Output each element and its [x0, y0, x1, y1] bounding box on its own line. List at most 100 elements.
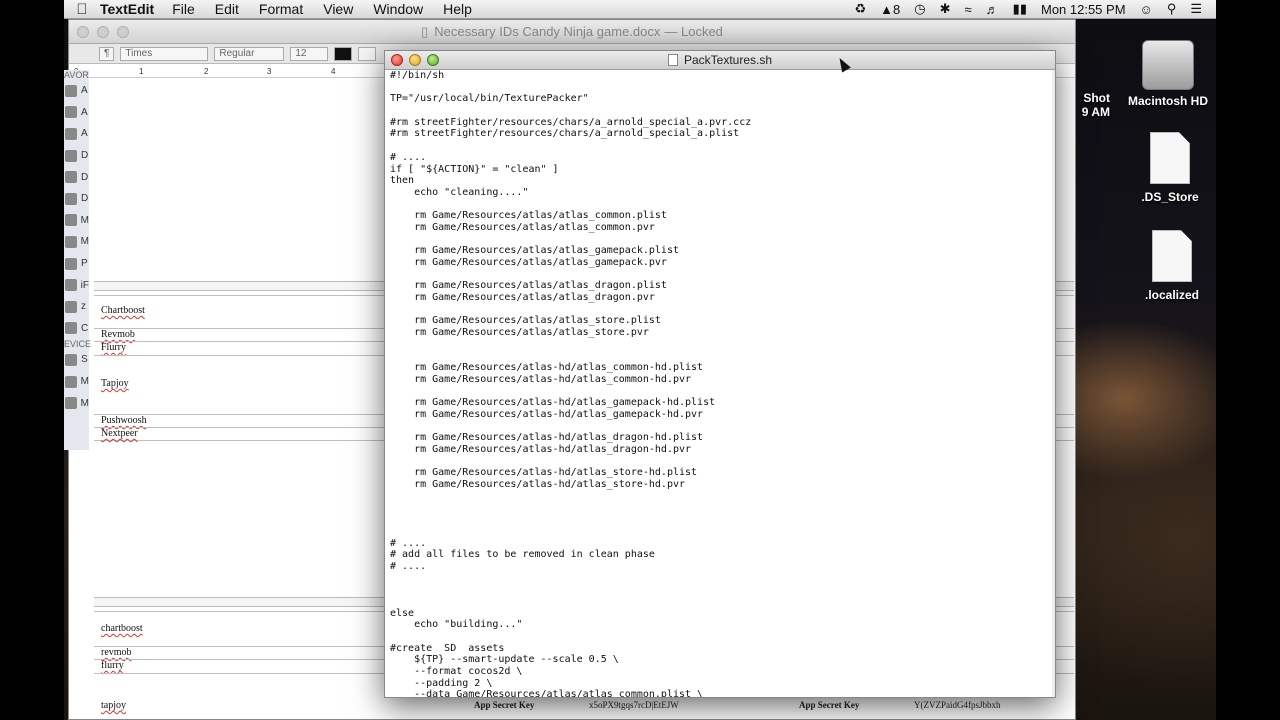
code-text-area[interactable]: #!/bin/sh TP="/usr/local/bin/TexturePacke… — [390, 70, 1055, 697]
code-window-title: PackTextures.sh — [683, 53, 773, 67]
zoom-button[interactable] — [117, 26, 129, 38]
menu-app-name[interactable]: TextEdit — [100, 1, 154, 17]
code-line: rm Game/Resources/atlas-hd/atlas_common-… — [390, 373, 692, 385]
sidebar-item[interactable]: C — [64, 318, 89, 340]
menu-file[interactable]: File — [172, 1, 195, 17]
app-secret-key-row: App Secret Key x5oPX9tgqs7rcD|EtEJW App … — [394, 697, 1074, 720]
sidebar-item[interactable]: S — [64, 349, 89, 371]
document-icon — [1152, 230, 1192, 282]
font-family-select[interactable]: Times — [120, 46, 209, 61]
sidebar-item[interactable]: M — [64, 371, 89, 393]
user-icon[interactable]: ☺ — [1140, 2, 1153, 17]
code-line: rm Game/Resources/atlas-hd/atlas_common-… — [390, 362, 704, 374]
folder-icon — [65, 279, 77, 292]
desktop-icon-label: Macintosh HD — [1127, 94, 1208, 108]
highlight-color-well[interactable] — [358, 46, 377, 61]
text-color-well[interactable] — [334, 46, 353, 61]
code-line: #rm streetFighter/resources/chars/a_arno… — [390, 116, 752, 128]
time-machine-icon[interactable]: ◷ — [914, 1, 925, 17]
folder-icon — [65, 106, 77, 119]
sidebar-item[interactable]: D — [64, 188, 89, 210]
app-secret-key-value[interactable]: x5oPX9tgqs7rcD|EtEJW — [589, 700, 679, 710]
font-style-select[interactable]: Regular — [214, 46, 285, 61]
code-line: rm Game/Resources/atlas/atlas_common.pvr — [390, 221, 655, 233]
table-cell: tapjoy — [101, 700, 126, 711]
sidebar-item-label: iF — [80, 279, 89, 291]
sidebar-item-label: M — [80, 397, 89, 409]
desktop-icon-label: .DS_Store — [1141, 190, 1199, 204]
close-button[interactable] — [77, 26, 89, 38]
battery-icon[interactable]: ▮▮ — [1013, 1, 1027, 17]
sidebar-item[interactable]: A — [64, 80, 89, 102]
code-line: rm Game/Resources/atlas-hd/atlas_gamepac… — [390, 397, 716, 409]
minimize-button[interactable] — [97, 26, 109, 38]
apple-menu-icon[interactable]:  — [64, 1, 100, 18]
paragraph-style-select[interactable]: ¶ — [99, 46, 115, 61]
table-cell: flurry — [101, 660, 124, 671]
sidebar-item-label: D — [81, 193, 89, 205]
sidebar-item[interactable]: M — [64, 231, 89, 253]
code-line: rm Game/Resources/atlas/atlas_gamepack.p… — [390, 245, 679, 257]
sidebar-item-label: A — [81, 106, 88, 118]
sidebar-item[interactable]: iF — [64, 274, 89, 296]
sidebar-item-label: D — [81, 171, 89, 183]
sidebar-item[interactable]: A — [64, 123, 89, 145]
desktop-icon-macintosh-hd[interactable]: Macintosh HD — [1118, 40, 1216, 108]
sidebar-item[interactable]: M — [64, 210, 89, 232]
sidebar-item[interactable]: D — [64, 166, 89, 188]
folder-icon — [65, 171, 77, 184]
desktop-icon-localized[interactable]: .localized — [1122, 230, 1216, 302]
code-window-title-bar[interactable]: PackTextures.sh — [385, 51, 1055, 70]
sidebar-item[interactable]: z — [64, 296, 89, 318]
sync-icon[interactable]: ♻ — [855, 1, 867, 17]
document-icon — [1150, 132, 1190, 184]
sidebar-item[interactable]: A — [64, 102, 89, 124]
window-controls — [77, 26, 129, 38]
sidebar-item-label: C — [81, 322, 89, 334]
sidebar-item[interactable]: M — [64, 392, 89, 414]
movies-icon — [65, 214, 77, 227]
sidebar-item[interactable]: P — [64, 253, 89, 275]
minimize-button[interactable] — [409, 54, 421, 66]
clock[interactable]: Mon 12:55 PM — [1041, 2, 1126, 17]
code-line: # .... — [390, 537, 427, 549]
menu-view[interactable]: View — [323, 1, 353, 17]
code-line: rm Game/Resources/atlas/atlas_dragon.pvr — [390, 292, 655, 304]
code-editor-window[interactable]: PackTextures.sh #!/bin/sh TP="/usr/local/… — [384, 50, 1056, 698]
adobe-icon[interactable]: ▲8 — [880, 2, 900, 17]
menu-format[interactable]: Format — [259, 1, 303, 17]
notifications-icon[interactable]: ☰ — [1190, 1, 1202, 17]
document-title-bar[interactable]: ▯ Necessary IDs Candy Ninja game.docx — … — [69, 20, 1075, 44]
code-line: TP="/usr/local/bin/TexturePacker" — [390, 93, 589, 105]
document-lock-status[interactable]: — Locked — [664, 24, 723, 39]
zoom-button[interactable] — [427, 54, 439, 66]
vertical-scrollbar[interactable] — [1052, 70, 1055, 697]
sidebar-item-label: S — [81, 354, 88, 366]
desktop-icon-ds-store[interactable]: .DS_Store — [1120, 132, 1216, 204]
menu-help[interactable]: Help — [443, 1, 472, 17]
code-line: then — [390, 175, 415, 187]
code-line: rm Game/Resources/atlas/atlas_store.pvr — [390, 327, 649, 339]
code-line: # .... — [390, 560, 427, 572]
font-size-select[interactable]: 12 — [290, 46, 329, 61]
code-line: # .... — [390, 151, 427, 163]
menu-edit[interactable]: Edit — [215, 1, 239, 17]
app-secret-key-value[interactable]: Y(ZVZPaidG4fpsJbbxh — [914, 700, 1001, 710]
sidebar-item[interactable]: D — [64, 145, 89, 167]
volume-icon[interactable]: ♬ — [986, 2, 999, 17]
ruler-number: 2 — [204, 67, 209, 76]
spotlight-search-icon[interactable]: ⚲ — [1167, 1, 1177, 17]
code-line: # add all files to be removed in clean p… — [390, 549, 655, 561]
bluetooth-icon[interactable]: ✱ — [940, 1, 951, 17]
menu-window[interactable]: Window — [373, 1, 423, 17]
code-line: else — [390, 607, 415, 619]
wifi-icon[interactable]: ≈ — [965, 2, 972, 17]
close-button[interactable] — [391, 54, 403, 66]
table-cell: chartboost — [101, 623, 143, 634]
